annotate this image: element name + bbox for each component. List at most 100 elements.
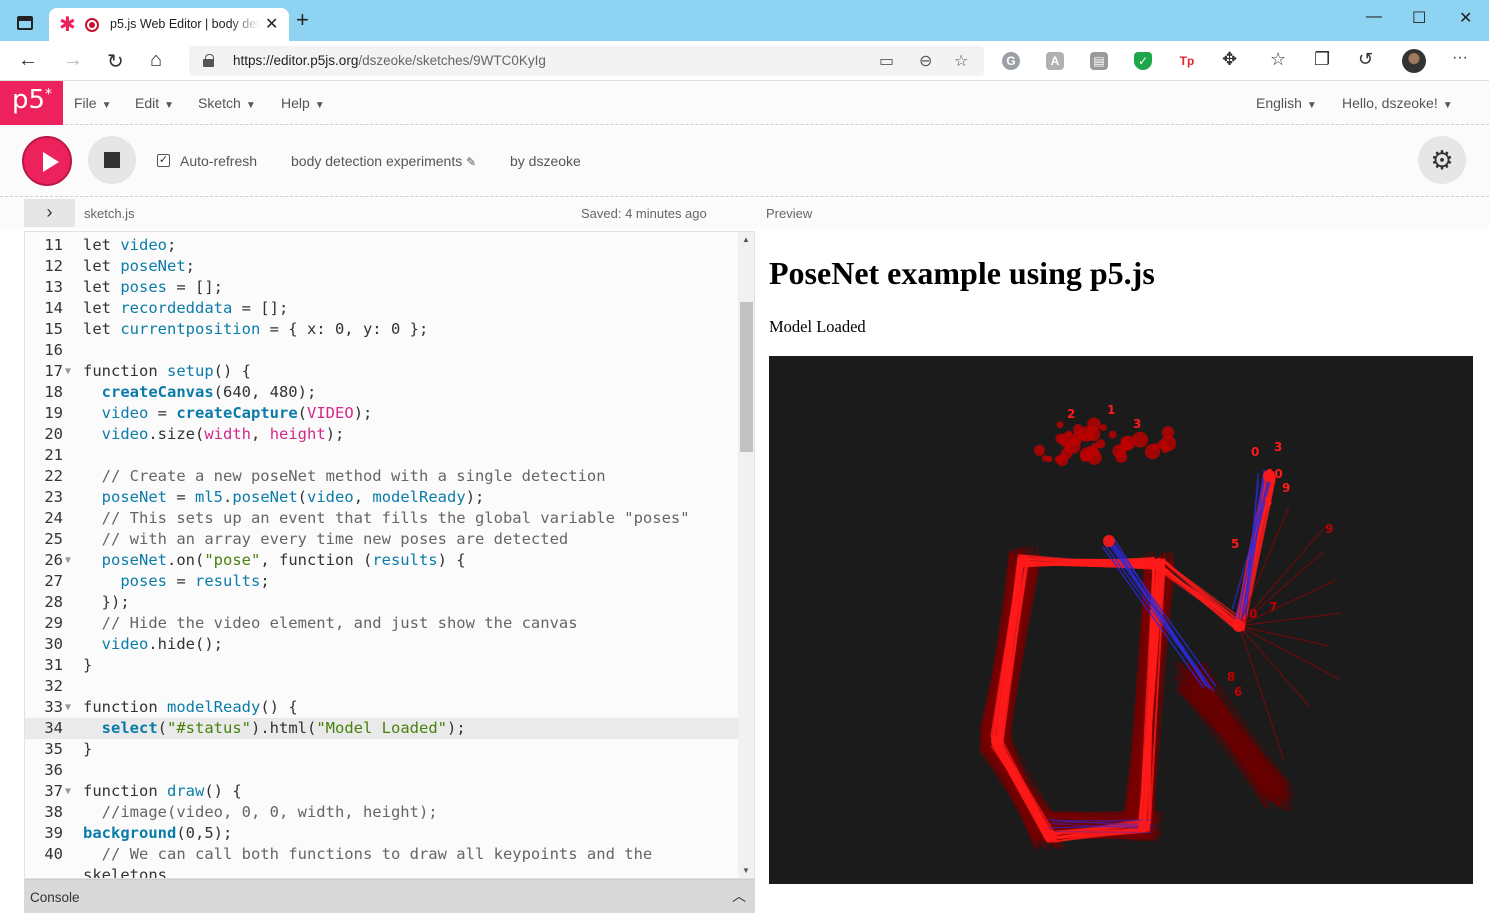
fold-toggle-icon[interactable]: ▼ (65, 550, 71, 571)
code-text[interactable]: poseNet = ml5.poseNet(video, modelReady)… (83, 487, 485, 508)
refresh-icon[interactable]: ↻ (107, 49, 124, 74)
tab-actions-icon[interactable] (17, 16, 33, 30)
code-text[interactable]: select("#status").html("Model Loaded"); (83, 718, 466, 739)
stop-button[interactable] (88, 136, 136, 184)
code-line[interactable]: 26 ▼ poseNet.on("pose", function (results… (25, 550, 740, 571)
code-line[interactable]: 30 video.hide(); (25, 634, 740, 655)
grammar-extension-icon[interactable]: G (1002, 52, 1020, 70)
code-text[interactable]: // Create a new poseNet method with a si… (83, 466, 606, 487)
scroll-up-icon[interactable]: ▲ (742, 235, 750, 244)
code-line[interactable]: 35} (25, 739, 740, 760)
code-text[interactable]: //image(video, 0, 0, width, height); (83, 802, 438, 823)
code-line[interactable]: 33 ▼ function modelReady() { (25, 697, 740, 718)
code-text[interactable]: // We can call both functions to draw al… (83, 844, 653, 865)
code-line[interactable]: 17 ▼ function setup() { (25, 361, 740, 382)
close-window-icon[interactable]: ✕ (1459, 8, 1472, 28)
url-input[interactable]: https://editor.p5js.org/dszeoke/sketches… (189, 46, 984, 76)
code-text[interactable]: function modelReady() { (83, 697, 298, 718)
code-text[interactable]: let recordeddata = []; (83, 298, 288, 319)
code-line[interactable]: 36 (25, 760, 740, 781)
code-text[interactable]: }); (83, 592, 130, 613)
code-line[interactable]: 21 (25, 445, 740, 466)
fold-toggle-icon[interactable]: ▼ (65, 361, 71, 382)
collections-icon[interactable]: ❐ (1314, 49, 1330, 70)
code-line[interactable]: 24 // This sets up an event that fills t… (25, 508, 740, 529)
sketch-author[interactable]: by dszeoke (510, 153, 581, 169)
extension-icon[interactable]: A (1046, 52, 1064, 70)
code-text[interactable]: } (83, 739, 92, 760)
scroll-down-icon[interactable]: ▼ (742, 866, 750, 875)
code-text[interactable]: // with an array every time new poses ar… (83, 529, 569, 550)
code-text[interactable]: let video; (83, 235, 176, 256)
p5-logo[interactable]: p5* (0, 81, 63, 125)
code-text[interactable]: let poseNet; (83, 256, 195, 277)
home-icon[interactable]: ⌂ (150, 49, 162, 72)
code-line[interactable]: 20 video.size(width, height); (25, 424, 740, 445)
user-menu[interactable]: Hello, dszeoke! ▼ (1342, 95, 1453, 111)
code-line[interactable]: 19 video = createCapture(VIDEO); (25, 403, 740, 424)
code-line[interactable]: 38 //image(video, 0, 0, width, height); (25, 802, 740, 823)
code-text[interactable]: } (83, 655, 92, 676)
code-line[interactable]: 37 ▼ function draw() { (25, 781, 740, 802)
copy-extension-icon[interactable]: ▤ (1090, 52, 1108, 70)
code-text[interactable]: function draw() { (83, 781, 242, 802)
code-line[interactable]: 13 let poses = []; (25, 277, 740, 298)
code-text[interactable]: let currentposition = { x: 0, y: 0 }; (83, 319, 428, 340)
code-text[interactable]: // This sets up an event that fills the … (83, 508, 690, 529)
menu-help[interactable]: Help ▼ (281, 95, 325, 111)
auto-refresh-checkbox[interactable]: ✓ (157, 154, 170, 167)
code-line[interactable]: 22 // Create a new poseNet method with a… (25, 466, 740, 487)
forward-icon[interactable]: → (63, 49, 83, 72)
code-text[interactable]: // Hide the video element, and just show… (83, 613, 578, 634)
console-panel[interactable]: Console ︿ (24, 879, 755, 913)
more-icon[interactable]: ··· (1452, 49, 1468, 67)
code-line[interactable]: 32 (25, 676, 740, 697)
code-line[interactable]: 11 let video; (25, 235, 740, 256)
menu-file[interactable]: File ▼ (74, 95, 111, 111)
file-name-tab[interactable]: sketch.js (84, 206, 135, 221)
history-icon[interactable]: ↺ (1358, 49, 1373, 70)
code-line[interactable]: 28 }); (25, 592, 740, 613)
code-line[interactable]: 31} (25, 655, 740, 676)
code-text[interactable]: function setup() { (83, 361, 251, 382)
code-text[interactable]: video.size(width, height); (83, 424, 345, 445)
menu-edit[interactable]: Edit ▼ (135, 95, 174, 111)
code-line[interactable]: 39 background(0,5); (25, 823, 740, 844)
pencil-icon[interactable]: ✎ (466, 155, 476, 169)
close-tab-icon[interactable]: ✕ (265, 14, 278, 34)
code-text[interactable]: poseNet.on("pose", function (results) { (83, 550, 466, 571)
code-line[interactable]: 23 poseNet = ml5.poseNet(video, modelRea… (25, 487, 740, 508)
back-icon[interactable]: ← (18, 49, 38, 72)
code-line[interactable]: 29 // Hide the video element, and just s… (25, 613, 740, 634)
profile-avatar[interactable] (1402, 49, 1426, 73)
code-line[interactable]: 15 let currentposition = { x: 0, y: 0 }; (25, 319, 740, 340)
fold-toggle-icon[interactable]: ▼ (65, 781, 71, 802)
code-text[interactable]: createCanvas(640, 480); (83, 382, 317, 403)
settings-gear-icon[interactable]: ⚙ (1418, 136, 1466, 184)
auto-refresh-label[interactable]: Auto-refresh (180, 153, 257, 169)
tp-extension-icon[interactable]: Tp (1178, 52, 1196, 70)
favorites-icon[interactable]: ☆ (1270, 49, 1286, 70)
code-line[interactable]: 12 let poseNet; (25, 256, 740, 277)
code-line[interactable]: 25 // with an array every time new poses… (25, 529, 740, 550)
code-text[interactable]: video = createCapture(VIDEO); (83, 403, 373, 424)
puzzle-icon[interactable]: ✥ (1222, 49, 1237, 70)
language-selector[interactable]: English ▼ (1256, 95, 1317, 111)
favorite-add-icon[interactable]: ☆ (954, 51, 968, 71)
zoom-icon[interactable]: ⊖ (919, 51, 932, 71)
sketch-name[interactable]: body detection experiments ✎ (291, 153, 476, 169)
scrollbar-thumb[interactable] (740, 302, 753, 452)
play-button[interactable] (22, 136, 72, 186)
camera-icon[interactable]: ▭ (879, 51, 894, 71)
code-line[interactable]: 14 let recordeddata = []; (25, 298, 740, 319)
chevron-up-icon[interactable]: ︿ (732, 886, 746, 906)
minimize-icon[interactable]: — (1366, 8, 1382, 26)
lock-icon[interactable] (203, 54, 214, 67)
shield-icon[interactable]: ✓ (1134, 52, 1152, 70)
code-line[interactable]: 27 poses = results; (25, 571, 740, 592)
menu-sketch[interactable]: Sketch ▼ (198, 95, 256, 111)
new-tab-icon[interactable]: + (296, 9, 309, 31)
code-line[interactable]: 34 select("#status").html("Model Loaded"… (25, 718, 740, 739)
code-line[interactable]: skeletons (25, 865, 740, 878)
browser-tab[interactable]: ✱ p5.js Web Editor | body detection expe… (49, 8, 289, 41)
